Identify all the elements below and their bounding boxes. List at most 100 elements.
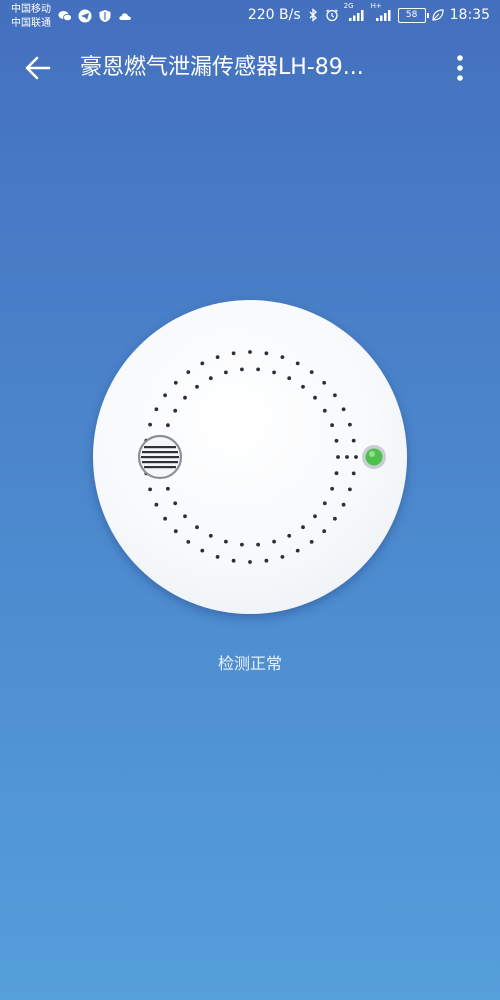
sensor-hole	[336, 455, 340, 459]
sensor-hole	[295, 361, 300, 366]
signal-bars-icon	[375, 10, 391, 21]
wechat-icon	[58, 11, 72, 22]
sensor-hole	[322, 380, 327, 385]
signal-2: H+	[371, 2, 393, 22]
sensor-hole	[231, 351, 236, 356]
app-bar: 豪恩燃气泄漏传感器LH-89...	[0, 40, 500, 96]
gas-sensor-device	[93, 300, 407, 614]
sensor-hole	[200, 361, 205, 366]
sensor-hole	[351, 471, 356, 476]
sensor-hole	[195, 525, 199, 530]
sensor-hole	[224, 539, 228, 544]
sensor-hole	[348, 422, 352, 427]
sensor-hole	[256, 542, 260, 547]
sensor-hole	[313, 395, 317, 400]
sensor-hole	[280, 355, 285, 359]
signal-1: 2G	[344, 2, 366, 22]
sensor-hole	[334, 471, 339, 476]
sensor-hole	[183, 514, 187, 519]
status-bar: 中国移动 中国联通 220 B/s 2G H+ 58 18:35	[0, 0, 500, 34]
status-right: 220 B/s 2G H+ 58 18:35	[247, 2, 490, 23]
sensor-hole	[195, 384, 199, 389]
sensor-hole	[334, 438, 339, 443]
carrier-labels: 中国移动 中国联通	[11, 3, 51, 31]
sensor-hole	[173, 529, 178, 534]
sensor-hole	[272, 539, 276, 544]
sensor-hole	[240, 367, 244, 372]
carrier-1: 中国移动	[11, 4, 51, 15]
sensor-hole	[248, 560, 252, 564]
sensor-hole	[248, 350, 252, 354]
sensor-hole	[309, 540, 314, 544]
notification-icons	[58, 9, 132, 23]
leaf-icon	[432, 9, 444, 21]
sensor-hole	[173, 501, 178, 506]
cloud-icon	[119, 13, 131, 20]
sensor-hole	[154, 407, 159, 412]
shield-icon	[99, 10, 111, 22]
sensor-hole	[224, 370, 228, 375]
sensor-hole	[264, 351, 269, 356]
clock-time: 18:35	[449, 7, 490, 23]
sensor-hole	[341, 502, 346, 507]
sensor-hole	[166, 486, 170, 491]
more-options-button[interactable]	[440, 48, 480, 88]
carrier-2: 中国联通	[11, 18, 51, 29]
sensor-hole	[295, 548, 300, 553]
sensor-hole	[333, 516, 337, 521]
sensor-hole	[173, 408, 178, 413]
sensor-hole	[208, 376, 213, 381]
sensor-hole	[215, 355, 220, 359]
sensor-hole	[186, 540, 191, 544]
sensor-hole	[351, 438, 356, 443]
sensor-hole	[287, 533, 292, 538]
net-speed: 220 B/s	[247, 7, 301, 23]
sensor-hole	[166, 423, 170, 428]
sensor-hole	[231, 558, 236, 563]
page-title: 豪恩燃气泄漏传感器LH-89...	[80, 55, 364, 80]
sensor-hole	[264, 558, 269, 563]
sensor-hole	[345, 455, 349, 459]
sensor-hole	[163, 516, 167, 521]
sensor-hole	[354, 455, 358, 459]
sensor-hole	[301, 525, 305, 530]
sensor-hole	[330, 486, 334, 491]
battery-icon: 58	[397, 7, 429, 23]
sensor-hole	[330, 423, 334, 428]
sensor-hole	[341, 407, 346, 412]
grille-icon	[137, 434, 183, 480]
bluetooth-icon	[309, 8, 317, 22]
sensor-hole	[154, 502, 159, 507]
detection-status: 检测正常	[217, 654, 282, 673]
sensor-hole	[322, 529, 327, 534]
led-indicator-icon	[362, 445, 386, 469]
sensor-hole	[322, 408, 327, 413]
sensor-hole	[313, 514, 317, 519]
alarm-clock-icon	[325, 9, 338, 22]
sensor-hole	[256, 367, 260, 372]
sensor-hole	[208, 533, 213, 538]
sensor-hole	[348, 487, 352, 492]
sensor-hole	[287, 376, 292, 381]
signal-bars-icon	[348, 10, 364, 21]
sensor-hole	[322, 501, 327, 506]
arrow-left-icon	[25, 56, 51, 80]
sensor-hole	[301, 384, 305, 389]
sensor-hole	[309, 370, 314, 374]
sensor-hole	[272, 370, 276, 375]
sensor-hole	[240, 542, 244, 547]
sensor-hole	[215, 555, 220, 559]
sensor-hole	[148, 487, 152, 492]
sensor-hole	[148, 422, 152, 427]
sensor-hole	[173, 380, 178, 385]
sensor-hole	[200, 548, 205, 553]
back-button[interactable]	[18, 48, 58, 88]
sensor-hole	[280, 555, 285, 559]
sensor-face	[137, 350, 386, 564]
sensor-hole	[333, 393, 337, 398]
sensor-hole	[183, 395, 187, 400]
telegram-icon	[78, 9, 92, 23]
sensor-hole	[186, 370, 191, 374]
more-vertical-icon	[457, 55, 463, 81]
sensor-hole	[163, 393, 167, 398]
